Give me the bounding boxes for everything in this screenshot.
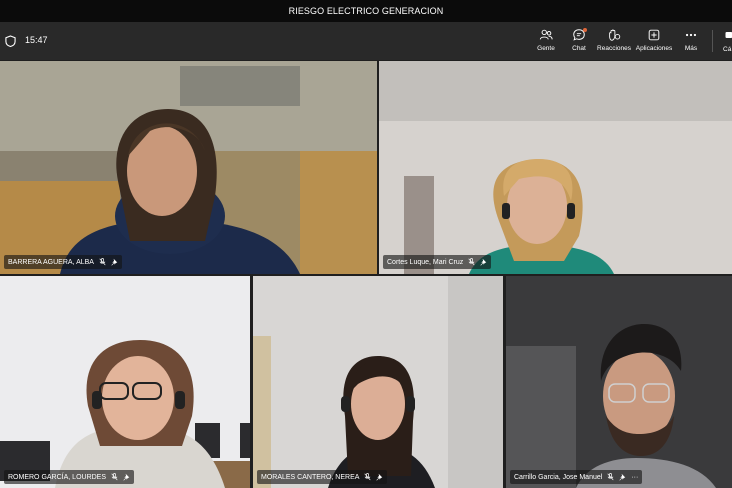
pin-icon: [480, 258, 487, 266]
chat-badge: [583, 28, 587, 32]
reactions-icon: [609, 29, 621, 41]
video-tile-morales[interactable]: MORALES CANTERO, NEREA: [253, 276, 503, 488]
pin-icon: [376, 473, 383, 481]
apps-label: Aplicaciones: [635, 45, 673, 52]
people-label: Gente: [537, 45, 555, 52]
more-label: Más: [684, 45, 698, 52]
mic-off-icon: [468, 258, 475, 266]
camera-label: Cá: [723, 46, 732, 53]
mic-off-icon: [111, 473, 118, 481]
participant-name-tag: Cortes Luque, Mari Cruz: [383, 255, 492, 269]
mic-off-icon: [99, 258, 106, 266]
participant-name-tag: BARRERA AGUERA, ALBA: [4, 255, 122, 269]
pin-icon: [123, 473, 130, 481]
participant-video: [506, 276, 732, 488]
participant-video: [0, 61, 377, 274]
camera-button[interactable]: Cá: [718, 26, 732, 56]
meeting-timer: 15:47: [25, 35, 48, 45]
shield-icon: [5, 35, 16, 47]
more-icon: [685, 33, 697, 37]
participant-name-tag: ROMERO GARCÍA, LOURDES: [4, 470, 135, 484]
mic-off-icon: [364, 473, 371, 481]
reactions-button[interactable]: Reacciones: [592, 26, 636, 56]
participant-name-tag: Carrillo Garcia, Jose Manuel ···: [510, 470, 643, 484]
chat-label: Chat: [572, 45, 586, 52]
participant-name: ROMERO GARCÍA, LOURDES: [8, 473, 107, 481]
reactions-label: Reacciones: [597, 45, 631, 52]
window-title: RIESGO ELECTRICO GENERACION: [0, 0, 732, 22]
pin-icon: [619, 473, 626, 481]
video-tile-carrillo[interactable]: Carrillo Garcia, Jose Manuel ···: [506, 276, 732, 488]
toolbar-divider: [712, 30, 713, 52]
participant-more-options[interactable]: ···: [631, 474, 638, 481]
participant-video: [253, 276, 503, 488]
pin-icon: [111, 258, 118, 266]
more-button[interactable]: Más: [669, 26, 713, 56]
video-tile-barrera[interactable]: BARRERA AGUERA, ALBA: [0, 61, 377, 274]
participant-name: BARRERA AGUERA, ALBA: [8, 258, 94, 266]
participant-video: [0, 276, 250, 488]
participant-name-tag: MORALES CANTERO, NEREA: [257, 470, 388, 484]
participant-name: MORALES CANTERO, NEREA: [261, 473, 360, 481]
apps-icon: [648, 29, 660, 41]
participant-video: [379, 61, 732, 274]
video-tile-romero[interactable]: ROMERO GARCÍA, LOURDES: [0, 276, 250, 488]
participant-name: Cortes Luque, Mari Cruz: [387, 258, 464, 266]
people-icon: [539, 29, 553, 40]
meeting-toolbar: 15:47 Gente Chat Reacciones Aplicaciones…: [0, 22, 732, 60]
video-tile-cortes[interactable]: Cortes Luque, Mari Cruz: [379, 61, 732, 274]
camera-icon: [725, 32, 732, 38]
participant-name: Carrillo Garcia, Jose Manuel: [514, 473, 603, 481]
mic-off-icon: [607, 473, 614, 481]
